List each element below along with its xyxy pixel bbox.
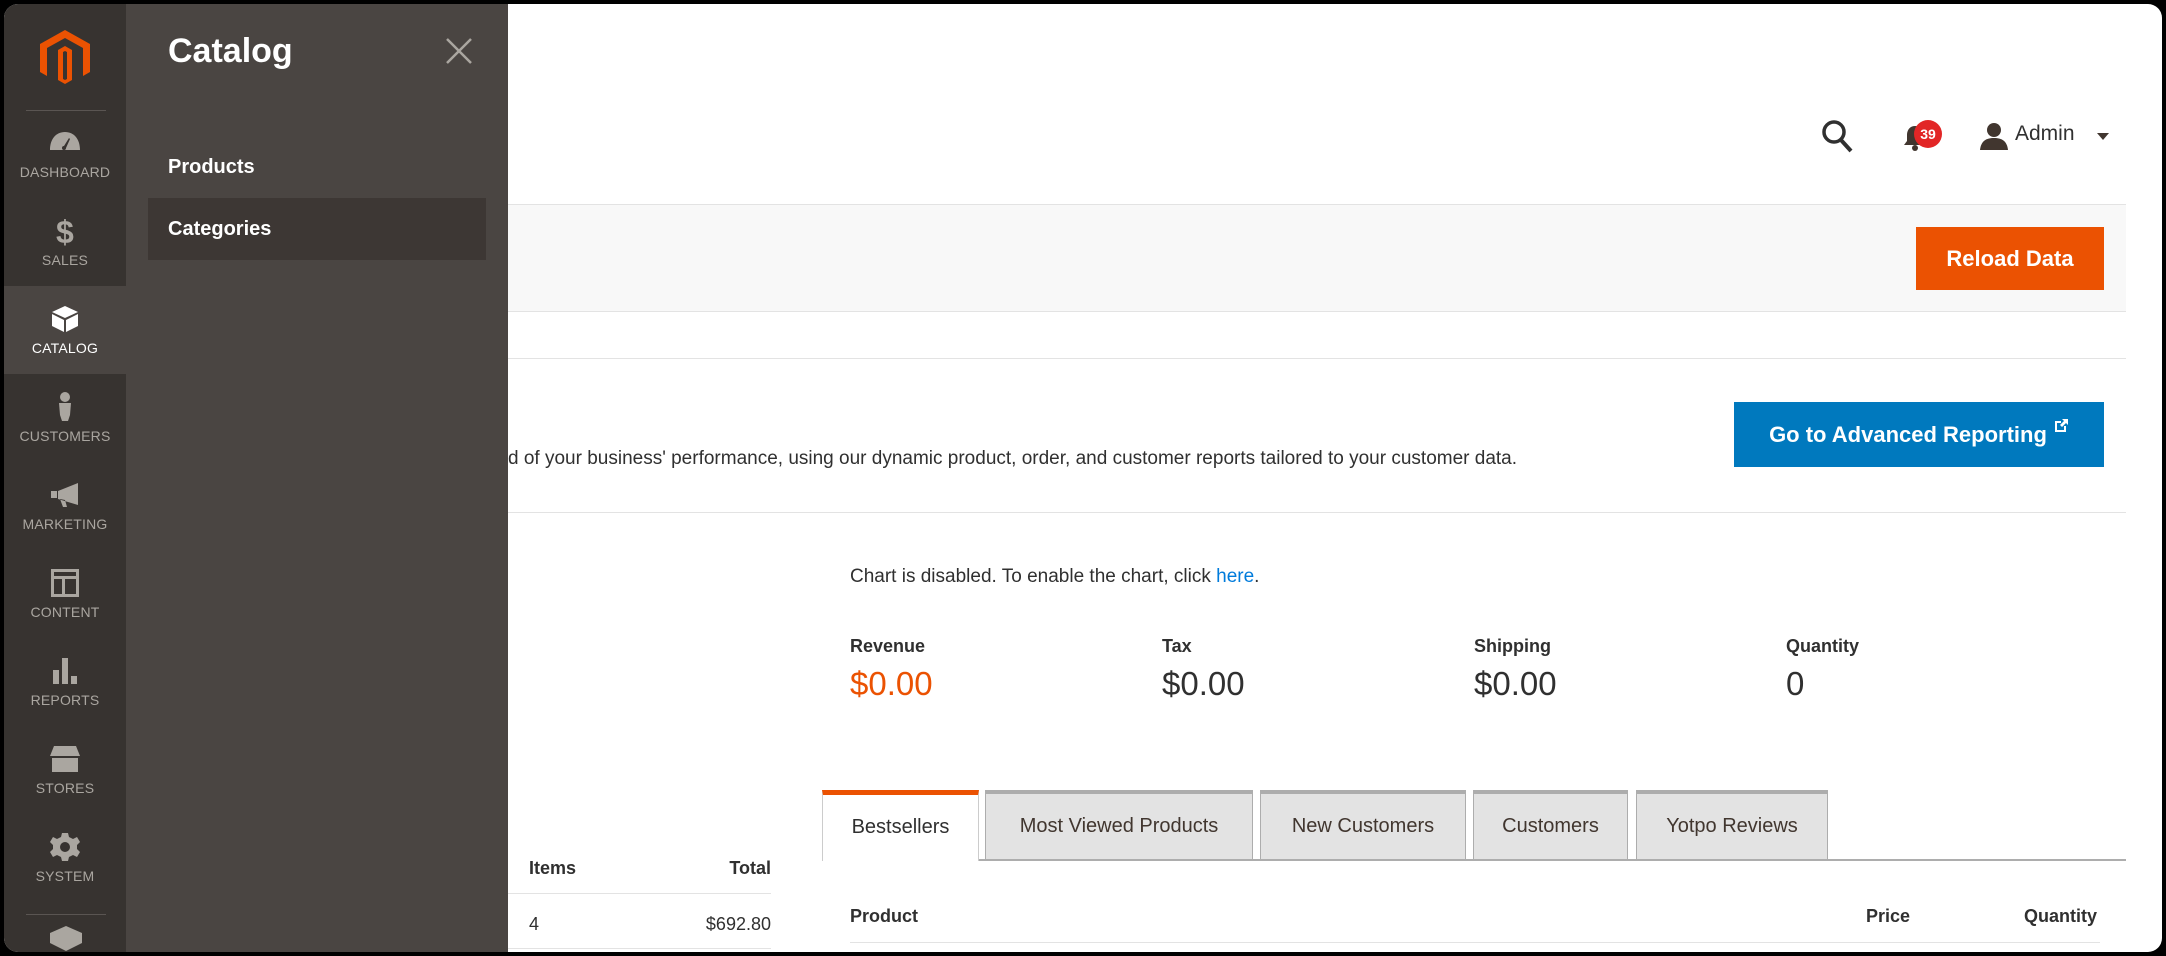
page-actions-bar: [508, 204, 2126, 312]
search-icon[interactable]: [1820, 118, 1854, 154]
gear-icon: [50, 833, 80, 861]
nav-label: SALES: [41, 252, 89, 268]
user-menu[interactable]: Admin: [2015, 122, 2075, 146]
tab-most-viewed-products[interactable]: Most Viewed Products: [985, 790, 1253, 859]
nav-item-catalog[interactable]: CATALOG: [4, 286, 126, 374]
box-icon: [52, 306, 78, 332]
tab-bestsellers[interactable]: Bestsellers: [822, 790, 979, 861]
nav-item-dashboard[interactable]: DASHBOARD: [4, 110, 126, 198]
quantity-value: 0: [1786, 665, 1805, 702]
nav-item-reports[interactable]: REPORTS: [4, 638, 126, 726]
notice-text: Chart is disabled. To enable the chart, …: [850, 566, 1217, 587]
nav-item-sales[interactable]: $ SALES: [4, 198, 126, 286]
close-icon[interactable]: [444, 36, 474, 66]
extensions-icon[interactable]: [49, 924, 83, 952]
tab-customers[interactable]: Customers: [1473, 790, 1628, 859]
order-items-cell: 4: [529, 914, 540, 934]
column-header-total: Total: [729, 858, 771, 878]
magento-logo[interactable]: [40, 30, 90, 86]
revenue-label: Revenue: [850, 636, 926, 656]
revenue-value: $0.00: [850, 665, 933, 702]
nav-divider: [26, 914, 106, 915]
nav-item-customers[interactable]: CUSTOMERS: [4, 374, 126, 462]
nav-label: REPORTS: [30, 692, 100, 708]
divider: [508, 893, 771, 894]
column-header-product: Product: [850, 906, 919, 926]
nav-label: DASHBOARD: [19, 164, 111, 180]
divider: [508, 948, 771, 949]
reload-data-button[interactable]: Reload Data: [1916, 227, 2104, 290]
column-header-price: Price: [1865, 906, 1910, 926]
flyout-item-products[interactable]: Products: [148, 136, 486, 198]
dollar-icon: $: [56, 216, 74, 246]
nav-label: SYSTEM: [35, 868, 95, 884]
totals-quantity: Quantity 0: [1786, 636, 1859, 703]
nav-label: CATALOG: [31, 340, 99, 356]
order-total-cell: $692.80: [705, 914, 771, 934]
dashboard-icon: [50, 132, 80, 150]
nav-label: STORES: [35, 780, 95, 796]
quantity-label: Quantity: [1786, 636, 1860, 656]
notification-badge[interactable]: 39: [1914, 120, 1942, 148]
nav-label: CUSTOMERS: [19, 428, 111, 444]
advanced-reporting-button[interactable]: Go to Advanced Reporting: [1734, 402, 2104, 467]
tabs-divider: [822, 859, 2126, 861]
enable-chart-link[interactable]: here: [1216, 566, 1254, 587]
layout-icon: [51, 569, 79, 597]
shipping-label: Shipping: [1474, 636, 1551, 656]
flyout-item-categories[interactable]: Categories: [148, 198, 486, 260]
totals-revenue: Revenue $0.00: [850, 636, 933, 703]
divider: [850, 942, 2100, 943]
chart-disabled-notice: Chart is disabled. To enable the chart, …: [850, 566, 1259, 588]
app-window: 39 Admin Reload Data d of your business'…: [4, 4, 2162, 952]
store-icon: [50, 746, 80, 772]
tax-value: $0.00: [1162, 665, 1245, 702]
divider: [508, 512, 2126, 513]
nav-item-content[interactable]: CONTENT: [4, 550, 126, 638]
advanced-reporting-label: Go to Advanced Reporting: [1769, 422, 2047, 447]
advanced-reporting-description: d of your business' performance, using o…: [508, 448, 1518, 469]
nav-label: CONTENT: [30, 604, 100, 620]
bar-chart-icon: [53, 658, 77, 684]
svg-text:$: $: [56, 216, 74, 246]
nav-item-marketing[interactable]: MARKETING: [4, 462, 126, 550]
column-header-items: Items: [529, 858, 577, 878]
external-link-icon: [2054, 419, 2068, 432]
column-header-quantity: Quantity: [2023, 906, 2097, 926]
megaphone-icon: [51, 483, 78, 507]
nav-item-stores[interactable]: STORES: [4, 726, 126, 814]
user-icon[interactable]: [1979, 121, 2009, 151]
totals-shipping: Shipping $0.00: [1474, 636, 1557, 703]
tab-new-customers[interactable]: New Customers: [1260, 790, 1466, 859]
admin-sidebar: DASHBOARD $ SALES CATALOG CUSTOMERS MARKE…: [4, 4, 126, 952]
nav-label: MARKETING: [22, 516, 108, 532]
flyout-title: Catalog: [168, 32, 293, 70]
tab-yotpo-reviews[interactable]: Yotpo Reviews: [1636, 790, 1828, 859]
divider: [508, 358, 2126, 359]
totals-tax: Tax $0.00: [1162, 636, 1245, 703]
nav-item-system[interactable]: SYSTEM: [4, 814, 126, 902]
catalog-flyout: Catalog Products Categories: [126, 4, 508, 952]
tax-label: Tax: [1162, 636, 1192, 656]
notice-suffix: .: [1254, 566, 1260, 587]
chevron-down-icon[interactable]: [2097, 133, 2109, 141]
person-icon: [59, 392, 71, 421]
shipping-value: $0.00: [1474, 665, 1557, 702]
